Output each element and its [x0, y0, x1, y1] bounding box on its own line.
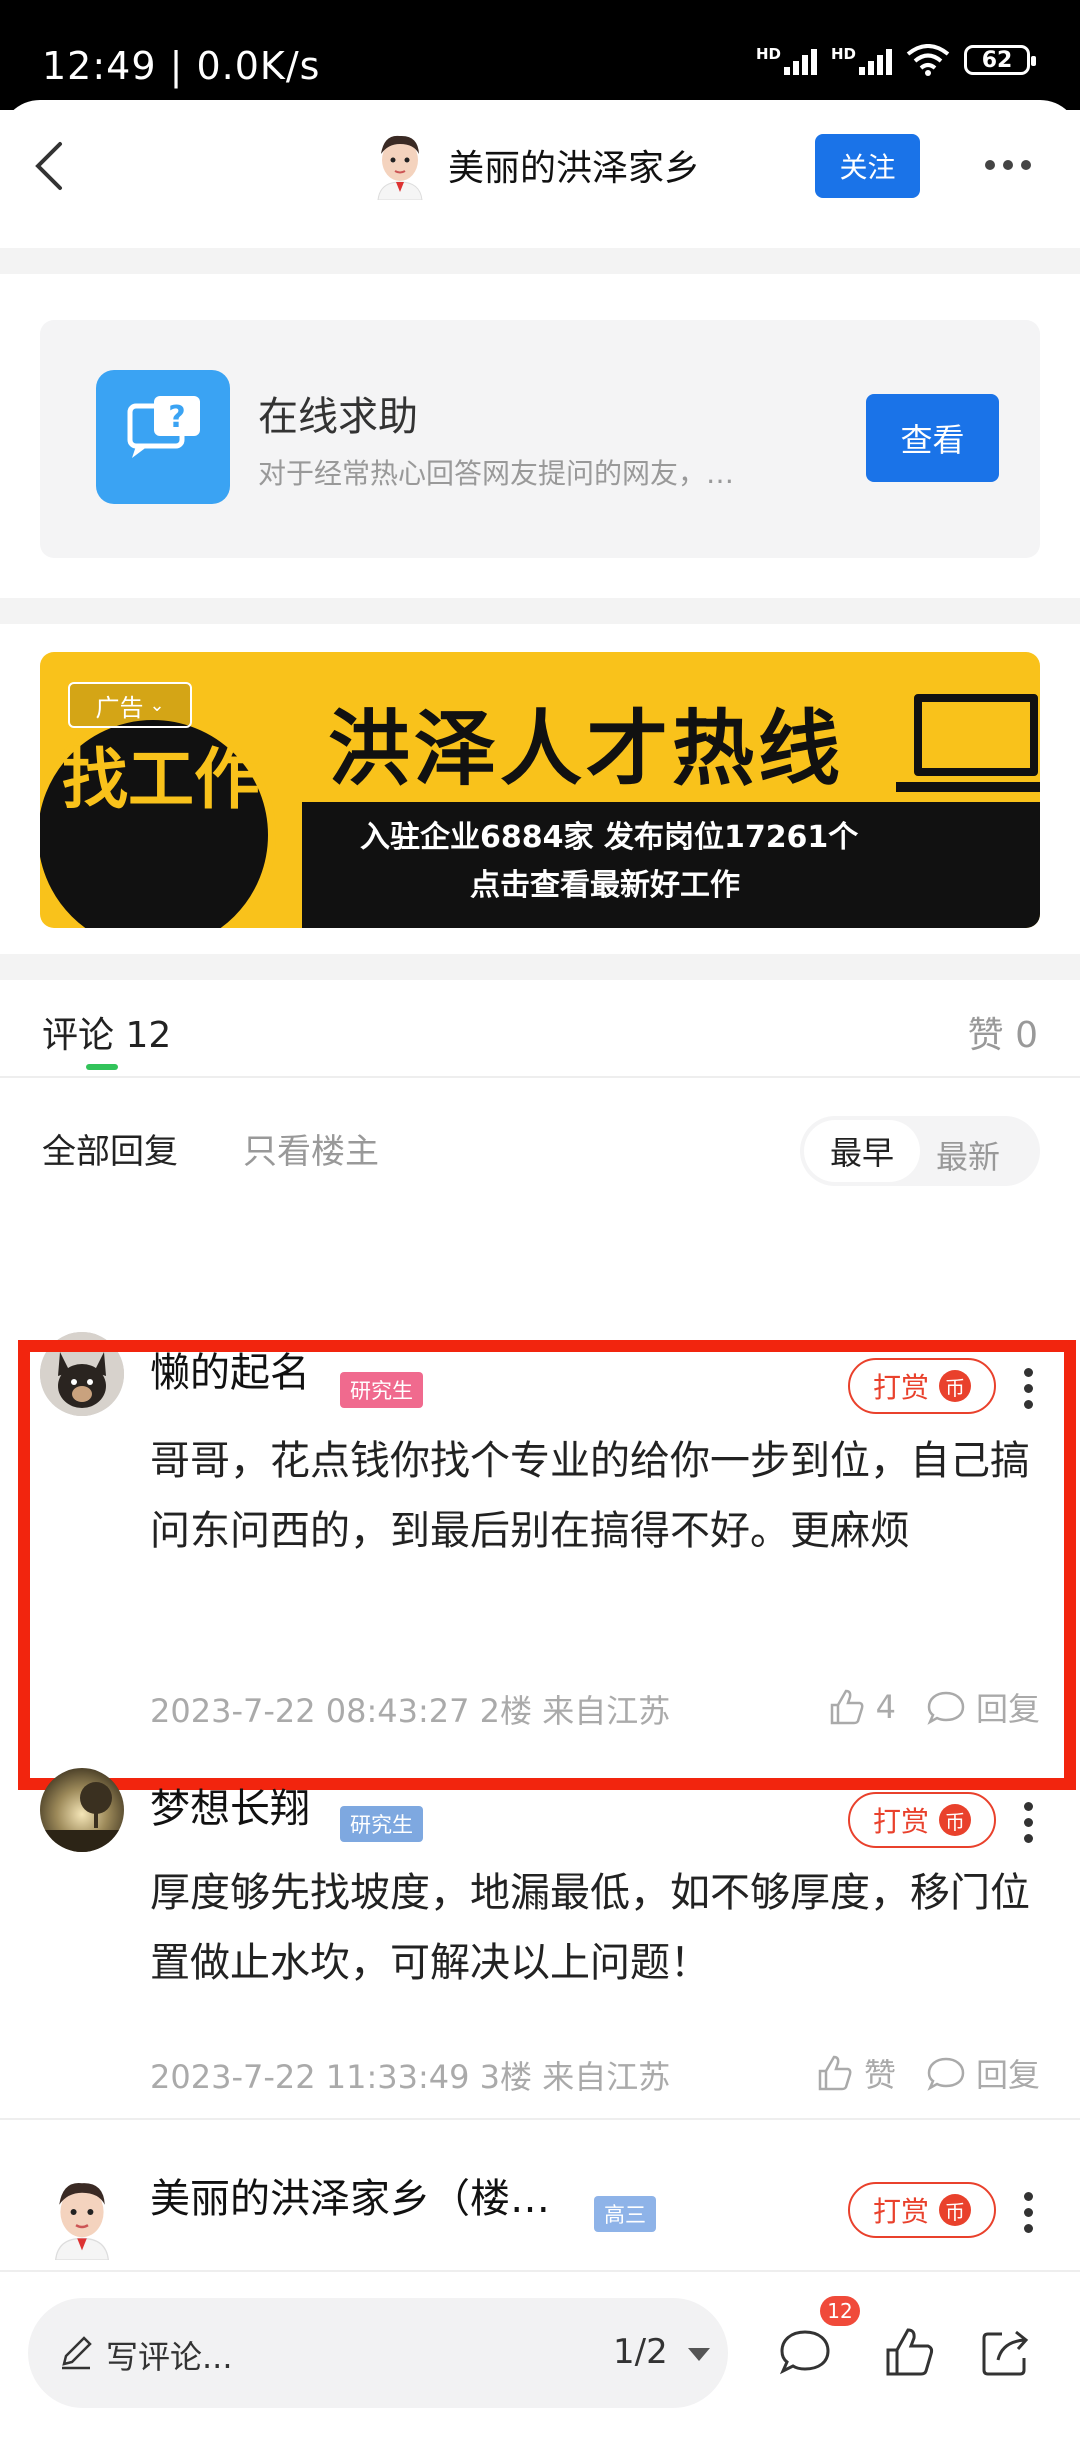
comment-more-icon[interactable] [1024, 2192, 1033, 2233]
highlight-box [18, 1340, 1076, 1790]
help-title: 在线求助 [258, 394, 418, 440]
tip-label: 打赏 [872, 2195, 929, 2228]
coin-icon: 币 [939, 2194, 971, 2226]
user-level-badge: 研究生 [340, 1806, 423, 1842]
tab-comments[interactable]: 评论 12 [42, 1006, 171, 1058]
author-avatar [377, 135, 423, 200]
bottom-action-bar: 写评论... 1/2 12 [0, 2270, 1080, 2460]
comment-item: 美丽的洪泽家乡（楼… 高三 打赏币 [0, 2130, 1080, 2270]
status-time: 12:49 | 0.0K/s [42, 44, 321, 88]
divider [0, 598, 1080, 624]
ad-banner[interactable]: 找工作 广告 ⌄ 洪泽人才热线 入驻企业6884家 发布岗位17261个 点击查… [40, 652, 1040, 928]
comment-tabs: 评论 12 赞 0 [0, 980, 1080, 1078]
avatar[interactable] [40, 2176, 124, 2260]
page-indicator[interactable]: 1/2 [613, 2332, 668, 2372]
system-nav-bar [0, 2440, 1080, 2460]
comment-username[interactable]: 美丽的洪泽家乡（楼… [150, 2166, 550, 2224]
comment-compose-input[interactable]: 写评论... 1/2 [28, 2298, 728, 2408]
svg-text:?: ? [168, 400, 185, 435]
comments-icon[interactable] [776, 2324, 834, 2382]
share-icon[interactable] [976, 2324, 1034, 2382]
compose-placeholder: 写评论... [106, 2338, 233, 2376]
monitor-stand [896, 782, 1040, 792]
more-options-icon[interactable] [985, 160, 1031, 170]
signal-icon-2: HD [831, 45, 892, 75]
view-button[interactable]: 查看 [866, 394, 999, 482]
comment-meta: 2023-7-22 11:33:49 3楼 来自江苏 [150, 2058, 671, 2096]
comment-body: 厚度够先找坡度，地漏最低，如不够厚度，移门位置做止水坎，可解决以上问题！ [150, 1870, 1030, 1986]
thumbs-up-icon[interactable] [880, 2324, 938, 2382]
ad-headline: 洪泽人才热线 [328, 702, 845, 797]
reply-action[interactable]: 回复 [926, 2050, 1040, 2096]
like-label: 赞 [863, 2056, 896, 2094]
thumbs-up-icon [818, 2055, 852, 2091]
follow-button[interactable]: 关注 [815, 134, 920, 198]
divider [0, 954, 1080, 980]
user-level-badge: 高三 [594, 2196, 656, 2232]
wifi-icon [906, 44, 950, 76]
back-arrow-icon[interactable] [22, 136, 82, 196]
avatar[interactable] [40, 1768, 124, 1852]
monitor-icon [914, 694, 1038, 776]
tip-button[interactable]: 打赏币 [848, 2182, 996, 2238]
tab-likes[interactable]: 赞 0 [968, 1006, 1038, 1058]
help-chat-icon: ? [96, 370, 230, 504]
divider [0, 248, 1080, 274]
filter-host-only[interactable]: 只看楼主 [243, 1124, 379, 1173]
signal-icon: HD [756, 45, 817, 75]
comment-bubble-icon [927, 2057, 965, 2091]
coin-icon: 币 [939, 1804, 971, 1836]
header-title-group[interactable]: 美丽的洪泽家乡 [370, 130, 700, 200]
ad-tag-label: 广告 [95, 693, 144, 722]
sort-toggle: 最早 最新 [800, 1116, 1040, 1186]
top-bar: 美丽的洪泽家乡 关注 [0, 100, 1080, 245]
online-help-card[interactable]: ? 在线求助 对于经常热心回答网友提问的网友，… 查看 [40, 320, 1040, 558]
tip-button[interactable]: 打赏币 [848, 1792, 996, 1848]
page-title: 美丽的洪泽家乡 [448, 148, 701, 189]
like-action[interactable]: 赞 [814, 2050, 896, 2096]
tip-label: 打赏 [872, 1805, 929, 1838]
ad-line-2: 点击查看最新好工作 [470, 868, 740, 903]
comment-filter: 全部回复 只看楼主 最早 最新 [0, 1080, 1080, 1200]
status-bar: 12:49 | 0.0K/s HD HD 62 [0, 0, 1080, 110]
post-page: 美丽的洪泽家乡 关注 ? 在线求助 对于经常热心回答网友提问的网友，… 查看 找… [0, 100, 1080, 2460]
battery-level: 62 [981, 47, 1013, 73]
sort-latest[interactable]: 最新 [936, 1132, 1000, 1178]
caret-down-icon[interactable] [688, 2348, 710, 2361]
comment-more-icon[interactable] [1024, 1802, 1033, 1843]
chevron-down-icon: ⌄ [149, 694, 165, 716]
pencil-icon [62, 2336, 92, 2370]
ad-tag[interactable]: 广告 ⌄ [68, 682, 192, 728]
help-description: 对于经常热心回答网友提问的网友，… [258, 457, 735, 490]
battery-icon: 62 [964, 45, 1036, 75]
reply-label: 回复 [975, 2056, 1040, 2094]
comment-count-badge: 12 [820, 2296, 860, 2326]
tab-active-indicator [86, 1064, 118, 1070]
comment-username[interactable]: 梦想长翔 [150, 1776, 310, 1834]
sort-earliest[interactable]: 最早 [804, 1120, 920, 1182]
ad-circle-text: 找工作 [62, 741, 260, 818]
filter-all-replies[interactable]: 全部回复 [42, 1124, 178, 1173]
comment-item: 梦想长翔 研究生 打赏币 厚度够先找坡度，地漏最低，如不够厚度，移门位置做止水坎… [0, 1740, 1080, 2120]
ad-line-1: 入驻企业6884家 发布岗位17261个 [360, 820, 859, 855]
